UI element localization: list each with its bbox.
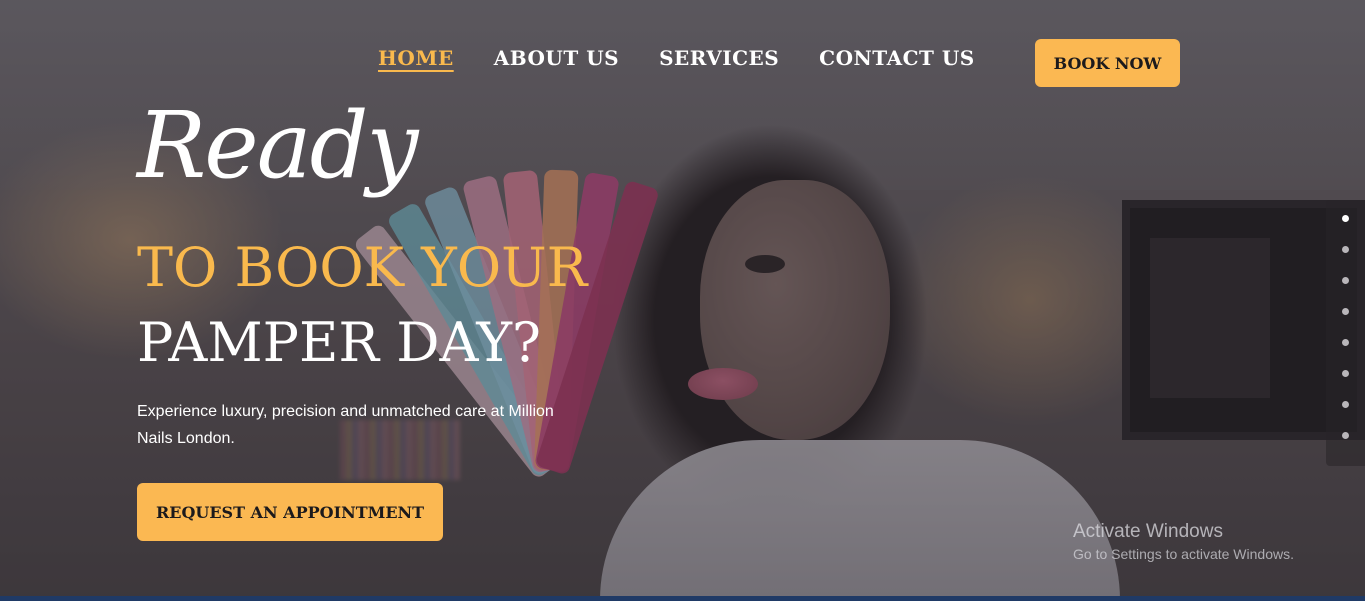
nav-home[interactable]: HOME: [378, 46, 454, 70]
hero-description: Experience luxury, precision and unmatch…: [137, 403, 554, 447]
windows-watermark-subtitle: Go to Settings to activate Windows.: [1073, 546, 1294, 562]
slider-dot-3[interactable]: [1342, 277, 1349, 284]
book-now-button[interactable]: BOOK NOW: [1035, 39, 1180, 87]
hero-script-heading: Ready: [137, 92, 418, 199]
hero-heading-white: PAMPER DAY?: [137, 311, 541, 374]
hero-heading-gold: TO BOOK YOUR: [137, 236, 588, 299]
slider-dot-4[interactable]: [1342, 308, 1349, 315]
slider-dot-5[interactable]: [1342, 339, 1349, 346]
slider-dot-1[interactable]: [1342, 215, 1349, 222]
request-appointment-button[interactable]: REQUEST AN APPOINTMENT: [137, 483, 443, 541]
slider-dot-2[interactable]: [1342, 246, 1349, 253]
nav-services[interactable]: SERVICES: [659, 46, 779, 70]
windows-watermark-title: Activate Windows: [1073, 521, 1223, 542]
bottom-bar: [0, 596, 1365, 601]
slider-dot-8[interactable]: [1342, 432, 1349, 439]
slider-dot-6[interactable]: [1342, 370, 1349, 377]
main-nav: HOME ABOUT US SERVICES CONTACT US: [378, 46, 975, 70]
nav-contact-us[interactable]: CONTACT US: [819, 46, 975, 70]
slider-dot-7[interactable]: [1342, 401, 1349, 408]
nav-about-us[interactable]: ABOUT US: [494, 46, 619, 70]
slider-pagination: [1326, 200, 1365, 466]
